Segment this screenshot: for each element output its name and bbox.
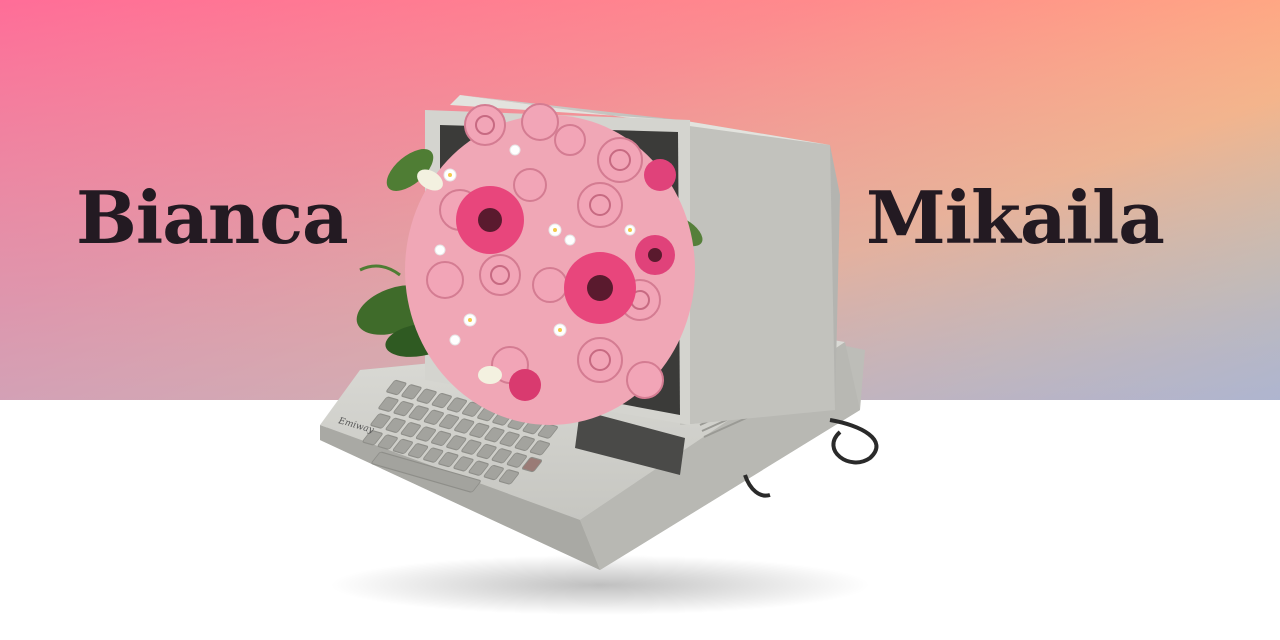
name-mikaila: Mikaila [866,175,1165,260]
retro-computer-flowers-image: Emiway [320,95,879,615]
